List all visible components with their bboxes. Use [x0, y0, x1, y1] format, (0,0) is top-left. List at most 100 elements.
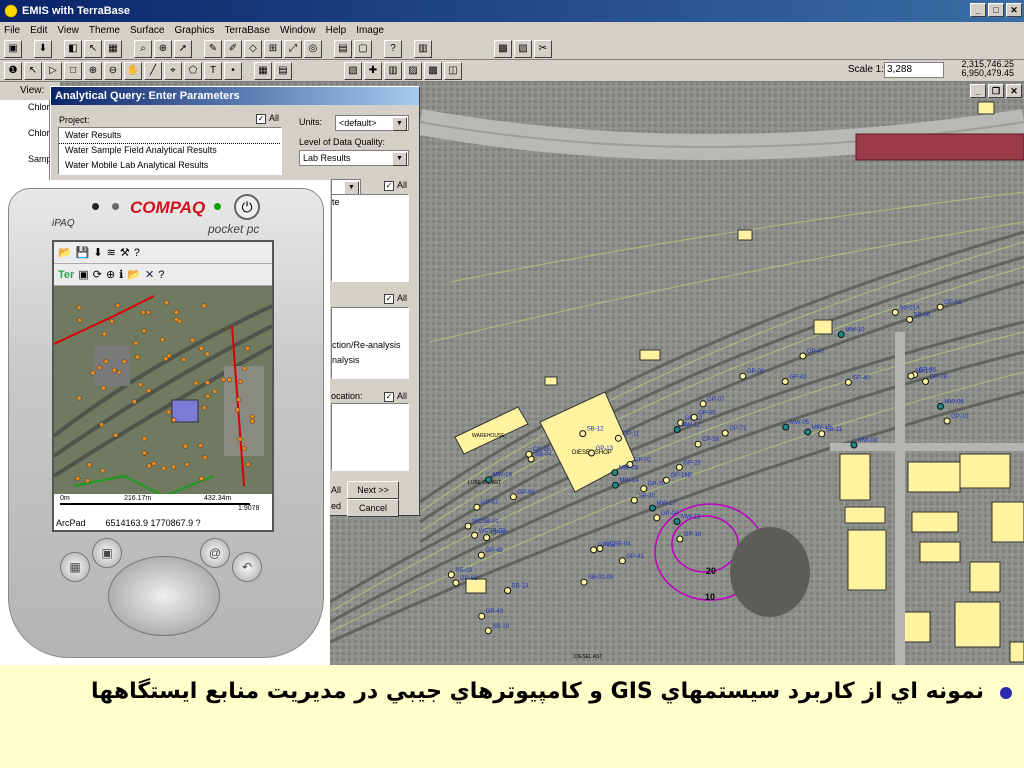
info-icon[interactable]: ❶	[4, 61, 22, 80]
calendar-button[interactable]: ▦	[60, 552, 90, 582]
sample-point[interactable]	[850, 441, 858, 449]
fullextent-icon[interactable]: ⤢	[284, 39, 302, 58]
minimize-button[interactable]: _	[970, 3, 986, 17]
sample-point[interactable]	[936, 303, 944, 311]
arcpad-map[interactable]: 0m 216.17m 432.34m 1:9078	[54, 286, 272, 512]
sample-point[interactable]	[721, 429, 729, 437]
sample-point[interactable]	[937, 402, 944, 410]
navigation-pad[interactable]	[108, 556, 220, 636]
sample-point[interactable]	[906, 316, 914, 323]
close-button[interactable]: ✕	[1006, 3, 1022, 17]
layer-tool3-icon[interactable]: ▥	[384, 61, 402, 80]
next-button[interactable]: Next >>	[347, 481, 399, 499]
sample-point[interactable]	[477, 551, 485, 559]
shapes-icon[interactable]: ◇	[244, 39, 262, 58]
sample-point[interactable]	[473, 503, 481, 511]
pointer-icon[interactable]: ➚	[174, 39, 192, 58]
sample-point[interactable]	[837, 331, 845, 338]
sample-point[interactable]	[673, 426, 681, 433]
menu-edit[interactable]: Edit	[30, 25, 47, 36]
sample-point[interactable]	[907, 372, 915, 380]
layer-tool5-icon[interactable]: ▩	[424, 61, 442, 80]
menu-terrabase[interactable]: TerraBase	[224, 25, 270, 36]
sample-point[interactable]	[799, 352, 807, 360]
download-icon[interactable]: ⬇	[93, 246, 102, 259]
help-icon[interactable]: ?	[134, 247, 140, 259]
child-restore-button[interactable]: ❐	[988, 84, 1004, 98]
sample-point[interactable]	[485, 476, 493, 484]
sample-point[interactable]	[452, 579, 460, 587]
sample-point[interactable]	[673, 518, 681, 525]
tools2-icon[interactable]: ▤	[274, 61, 292, 80]
sample-point[interactable]	[782, 423, 790, 431]
sample-point[interactable]	[844, 378, 852, 386]
all-checkbox-3[interactable]: ✓ All	[384, 293, 407, 304]
open-icon[interactable]: 📂	[127, 268, 141, 281]
line-icon[interactable]: ╱	[144, 61, 162, 80]
sample-point[interactable]	[579, 430, 587, 438]
box-icon[interactable]: □	[64, 61, 82, 80]
sample-point[interactable]	[478, 612, 486, 620]
sample-point[interactable]	[504, 587, 512, 594]
sample-point[interactable]	[464, 522, 472, 530]
zoom-out-icon[interactable]: ⊖	[104, 61, 122, 80]
sample-point[interactable]	[612, 481, 619, 489]
legend-item[interactable]: Chlor	[0, 100, 50, 126]
info-icon[interactable]: ℹ	[119, 268, 123, 281]
sample-point[interactable]	[447, 571, 455, 579]
target-icon[interactable]: ◎	[304, 39, 322, 58]
arrow-outline-icon[interactable]: ▷	[44, 61, 62, 80]
sample-point[interactable]	[588, 449, 596, 457]
sample-point[interactable]	[618, 557, 626, 565]
menu-window[interactable]: Window	[280, 25, 316, 36]
sample-point[interactable]	[653, 514, 661, 522]
pan-icon[interactable]: ✋	[124, 61, 142, 80]
arrow-icon[interactable]: ↖	[24, 61, 42, 80]
grid-icon[interactable]: ⊞	[264, 39, 282, 58]
sample-point[interactable]	[694, 440, 702, 448]
help-icon[interactable]: ?	[384, 39, 402, 58]
child-minimize-button[interactable]: _	[970, 84, 986, 98]
partial-select[interactable]	[331, 179, 361, 195]
map-icon[interactable]: ▣	[78, 268, 88, 281]
query-icon[interactable]: ?	[158, 269, 164, 281]
zoom-icon[interactable]: ⊕	[106, 268, 115, 281]
tools-icon[interactable]: ⚒	[120, 246, 130, 259]
maximize-button[interactable]: □	[988, 3, 1004, 17]
cancel-button[interactable]: Cancel	[347, 499, 399, 517]
sample-point[interactable]	[804, 428, 812, 436]
image2-icon[interactable]: ▧	[514, 39, 532, 58]
sample-point[interactable]	[676, 535, 684, 543]
units-select[interactable]: <default>	[335, 115, 409, 131]
folder-icon[interactable]: 📂	[58, 246, 72, 259]
save-icon[interactable]: 💾	[76, 246, 90, 259]
contacts-button[interactable]: ▣	[92, 538, 122, 568]
menu-file[interactable]: File	[4, 25, 20, 36]
partial-listbox-2[interactable]: ction/Re-analysis nalysis	[331, 307, 409, 379]
all-checkbox-4[interactable]: ✓ All	[384, 391, 407, 402]
all-checkbox-2[interactable]: ✓ All	[384, 180, 407, 191]
layers-icon[interactable]: ≋	[107, 246, 116, 259]
save-icon[interactable]: ▣	[4, 39, 22, 58]
image1-icon[interactable]: ▩	[494, 39, 512, 58]
zoom-icon[interactable]: ⊕	[154, 39, 172, 58]
sample-point[interactable]	[699, 400, 707, 408]
sample-point[interactable]	[818, 430, 826, 438]
menu-theme[interactable]: Theme	[89, 25, 120, 36]
sample-point[interactable]	[614, 434, 622, 442]
sample-point[interactable]	[483, 534, 491, 542]
project-list[interactable]: Water Results Water Sample Field Analyti…	[58, 127, 282, 175]
all-button-partial[interactable]: All	[331, 485, 341, 495]
edit-icon[interactable]: ✎	[204, 39, 222, 58]
layer-tool2-icon[interactable]: ✚	[364, 61, 382, 80]
sample-point[interactable]	[580, 578, 588, 586]
window-icon[interactable]: ▢	[354, 39, 372, 58]
partial-listbox-1[interactable]: te	[331, 194, 409, 282]
select-icon[interactable]: ↖	[84, 39, 102, 58]
sample-point[interactable]	[922, 378, 929, 385]
image3-icon[interactable]: ✂	[534, 39, 552, 58]
sample-point[interactable]	[781, 378, 789, 385]
sample-point[interactable]	[471, 531, 479, 539]
point-icon[interactable]: •	[224, 61, 242, 80]
sample-point[interactable]	[630, 496, 638, 504]
